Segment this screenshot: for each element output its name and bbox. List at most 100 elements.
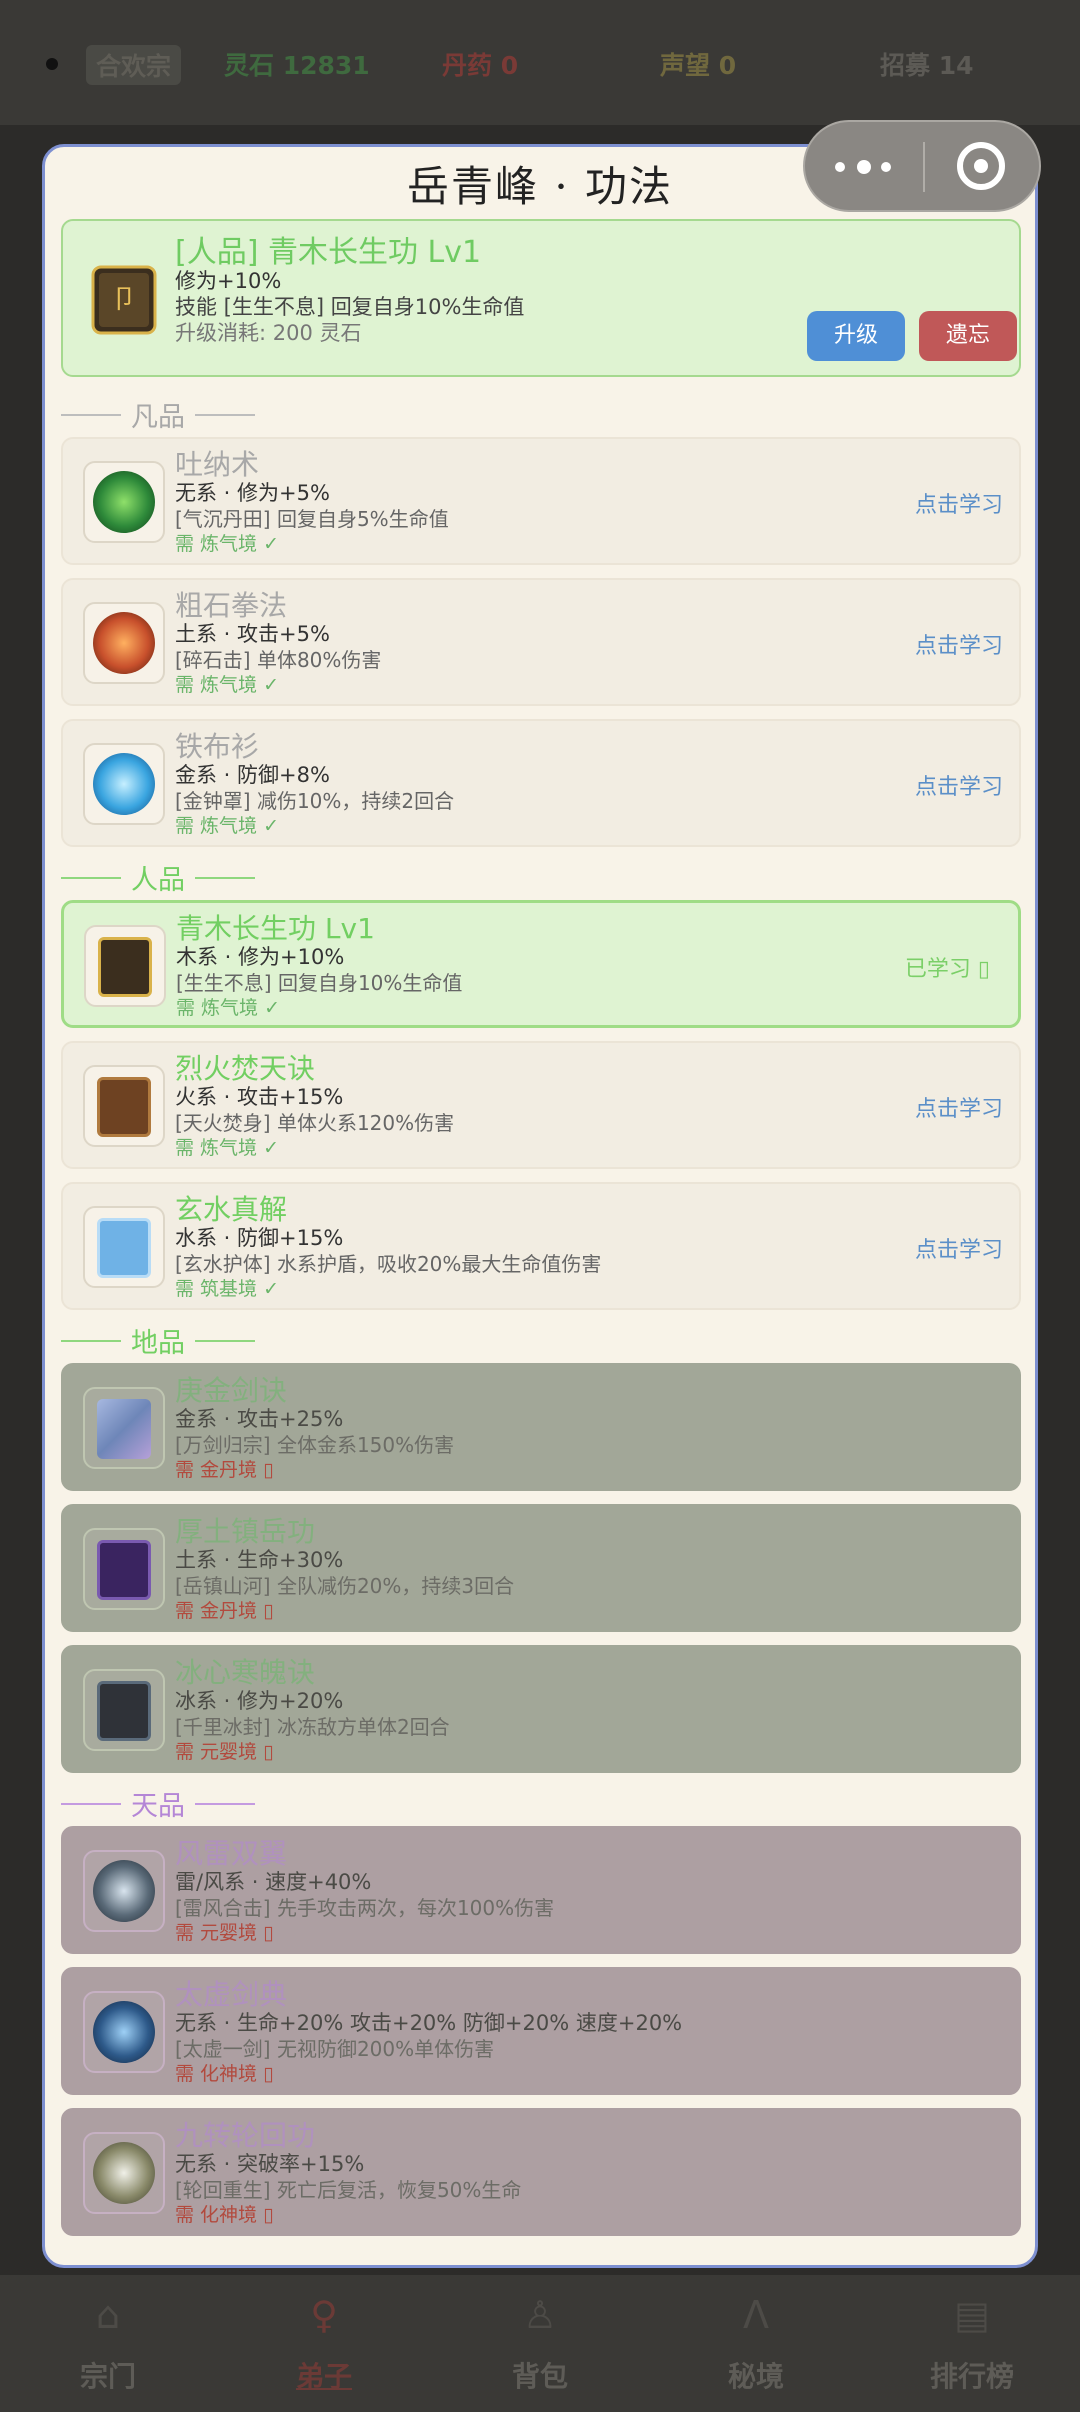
divider <box>195 876 255 879</box>
section-label: 天品 <box>131 1791 185 1822</box>
skill-row-houtu: 厚土镇岳功 土系 · 生命+30% [岳镇山河] 全队减伤20%，持续3回合 需… <box>61 1504 1021 1632</box>
skill-requirement: 需 炼气境 ✓ <box>175 533 279 555</box>
skill-ability: [天火焚身] 单体火系120%伤害 <box>175 1111 455 1135</box>
learn-button[interactable]: 点击学习 <box>915 1091 1003 1123</box>
menu-dot-icon <box>46 58 58 70</box>
upgrade-button[interactable]: 升级 <box>807 311 905 361</box>
miniprogram-capsule <box>803 120 1041 212</box>
resource-bar: 合欢宗 灵石 12831 丹药 0 声望 0 招募 14 <box>0 0 1080 125</box>
skill-row-bingxin: 冰心寒魄诀 冰系 · 修为+20% [千里冰封] 冰冻敌方单体2回合 需 元婴境… <box>61 1645 1021 1773</box>
skill-requirement: 需 炼气境 ✓ <box>175 674 279 696</box>
nav-ranking[interactable]: ▤ 排行榜 <box>864 2275 1080 2412</box>
nav-secret-realm[interactable]: Λ 秘境 <box>648 2275 864 2412</box>
temple-icon: ⌂ <box>95 2293 121 2337</box>
skill-requirement: 需 元婴境 ▯ <box>175 1741 274 1763</box>
section-label: 人品 <box>131 865 185 896</box>
skill-ability: [千里冰封] 冰冻敌方单体2回合 <box>175 1715 450 1739</box>
skill-ability: [玄水护体] 水系护盾，吸收20%最大生命值伤害 <box>175 1252 602 1276</box>
skill-ability: [金钟罩] 减伤10%，持续2回合 <box>175 789 455 813</box>
skill-requirement: 需 金丹境 ▯ <box>175 1459 274 1481</box>
skill-requirement: 需 炼气境 ✓ <box>175 815 279 837</box>
nav-disciple[interactable]: ♀ 弟子 <box>216 2275 432 2412</box>
skill-requirement: 需 筑基境 ✓ <box>175 1278 279 1300</box>
divider <box>195 1802 255 1805</box>
section-label: 凡品 <box>131 402 185 433</box>
skill-requirement: 需 化神境 ▯ <box>175 2063 274 2085</box>
current-skill-card: 卩 [人品] 青木长生功 Lv1 修为+10% 技能 [生生不息] 回复自身10… <box>61 219 1021 377</box>
skill-orb-icon <box>83 2132 165 2214</box>
skill-book-icon: 卩 <box>91 265 157 335</box>
nav-label: 弟子 <box>295 2360 352 2393</box>
divider <box>195 1339 255 1342</box>
skill-requirement: 需 炼气境 ✓ <box>176 997 280 1019</box>
section-label: 地品 <box>131 1328 185 1359</box>
more-icon[interactable] <box>835 148 905 184</box>
skill-orb-icon <box>83 1991 165 2073</box>
nav-label: 背包 <box>511 2360 568 2393</box>
skill-row-tiebu[interactable]: 铁布衫 金系 · 防御+8% [金钟罩] 减伤10%，持续2回合 需 炼气境 ✓… <box>61 719 1021 847</box>
skill-ability: [生生不息] 回复自身10%生命值 <box>176 971 463 995</box>
nav-label: 宗门 <box>79 2360 136 2393</box>
learn-button[interactable]: 点击学习 <box>915 769 1003 801</box>
bag-icon: ♙ <box>522 2293 558 2337</box>
learned-status: 已学习 ▯ <box>904 957 990 982</box>
forget-button[interactable]: 遗忘 <box>919 311 1017 361</box>
skill-ability: [轮回重生] 死亡后复活，恢复50%生命 <box>175 2178 522 2202</box>
skill-orb-icon <box>83 1850 165 1932</box>
learn-button[interactable]: 点击学习 <box>915 487 1003 519</box>
skill-requirement: 需 金丹境 ▯ <box>175 1600 274 1622</box>
skill-book-icon <box>84 925 166 1007</box>
nav-sect[interactable]: ⌂ 宗门 <box>0 2275 216 2412</box>
divider <box>195 413 255 416</box>
section-fan: 凡品 <box>61 395 255 435</box>
skill-book-icon <box>83 1528 165 1610</box>
skill-ability: [雷风合击] 先手攻击两次，每次100%伤害 <box>175 1896 555 1920</box>
learn-button[interactable]: 点击学习 <box>915 1232 1003 1264</box>
divider <box>61 1339 121 1342</box>
bottom-nav: ⌂ 宗门 ♀ 弟子 ♙ 背包 Λ 秘境 ▤ 排行榜 <box>0 2275 1080 2412</box>
skill-row-liehuo[interactable]: 烈火焚天诀 火系 · 攻击+15% [天火焚身] 单体火系120%伤害 需 炼气… <box>61 1041 1021 1169</box>
capsule-divider <box>923 142 925 192</box>
mountain-icon: Λ <box>743 2293 769 2337</box>
nav-label: 秘境 <box>727 2360 784 2393</box>
skill-orb-icon <box>83 461 165 543</box>
skill-requirement: 需 元婴境 ▯ <box>175 1922 274 1944</box>
reputation-stat: 声望 0 <box>660 51 737 80</box>
learn-button[interactable]: 点击学习 <box>915 628 1003 660</box>
divider <box>61 413 121 416</box>
skill-ability: [万剑归宗] 全体金系150%伤害 <box>175 1433 455 1457</box>
skill-row-jiuzhuan: 九转轮回功 无系 · 突破率+15% [轮回重生] 死亡后复活，恢复50%生命 … <box>61 2108 1021 2236</box>
upgrade-cost: 升级消耗: 200 灵石 <box>175 321 362 345</box>
spirit-stone-stat: 灵石 12831 <box>224 51 370 80</box>
divider <box>61 1802 121 1805</box>
svg-text:卩: 卩 <box>111 285 137 315</box>
skill-ability: [太虚一剑] 无视防御200%单体伤害 <box>175 2037 495 2061</box>
skill-row-taixu: 太虚剑典 无系 · 生命+20% 攻击+20% 防御+20% 速度+20% [太… <box>61 1967 1021 2095</box>
skill-orb-icon <box>83 602 165 684</box>
skill-book-icon <box>83 1206 165 1288</box>
divider <box>61 876 121 879</box>
skill-ability: [岳镇山河] 全队减伤20%，持续3回合 <box>175 1574 515 1598</box>
skill-row-gengjin: 庚金剑诀 金系 · 攻击+25% [万剑归宗] 全体金系150%伤害 需 金丹境… <box>61 1363 1021 1491</box>
section-tian: 天品 <box>61 1784 255 1824</box>
skill-modal: 岳青峰 · 功法 卩 [人品] 青木长生功 Lv1 修为+10% 技能 [生生不… <box>42 144 1038 2268</box>
skill-book-icon <box>83 1669 165 1751</box>
section-di: 地品 <box>61 1321 255 1361</box>
sect-badge: 合欢宗 <box>86 45 182 85</box>
skill-requirement: 需 化神境 ▯ <box>175 2204 274 2226</box>
close-miniprogram-icon[interactable] <box>957 142 1005 190</box>
section-ren: 人品 <box>61 858 255 898</box>
ranking-icon: ▤ <box>954 2293 990 2337</box>
nav-label: 排行榜 <box>929 2360 1014 2393</box>
skill-row-qingmu[interactable]: 青木长生功 Lv1 木系 · 修为+10% [生生不息] 回复自身10%生命值 … <box>61 900 1021 1028</box>
nav-bag[interactable]: ♙ 背包 <box>432 2275 648 2412</box>
skill-row-fenglei: 风雷双翼 雷/风系 · 速度+40% [雷风合击] 先手攻击两次，每次100%伤… <box>61 1826 1021 1954</box>
skill-ability: [碎石击] 单体80%伤害 <box>175 648 382 672</box>
skill-row-tuna[interactable]: 吐纳术 无系 · 修为+5% [气沉丹田] 回复自身5%生命值 需 炼气境 ✓ … <box>61 437 1021 565</box>
disciple-icon: ♀ <box>310 2293 338 2337</box>
skill-ability: [气沉丹田] 回复自身5%生命值 <box>175 507 449 531</box>
recruit-stat: 招募 14 <box>880 51 974 80</box>
skill-row-cushi[interactable]: 粗石拳法 土系 · 攻击+5% [碎石击] 单体80%伤害 需 炼气境 ✓ 点击… <box>61 578 1021 706</box>
skill-book-icon <box>83 1387 165 1469</box>
skill-row-xuanshui[interactable]: 玄水真解 水系 · 防御+15% [玄水护体] 水系护盾，吸收20%最大生命值伤… <box>61 1182 1021 1310</box>
